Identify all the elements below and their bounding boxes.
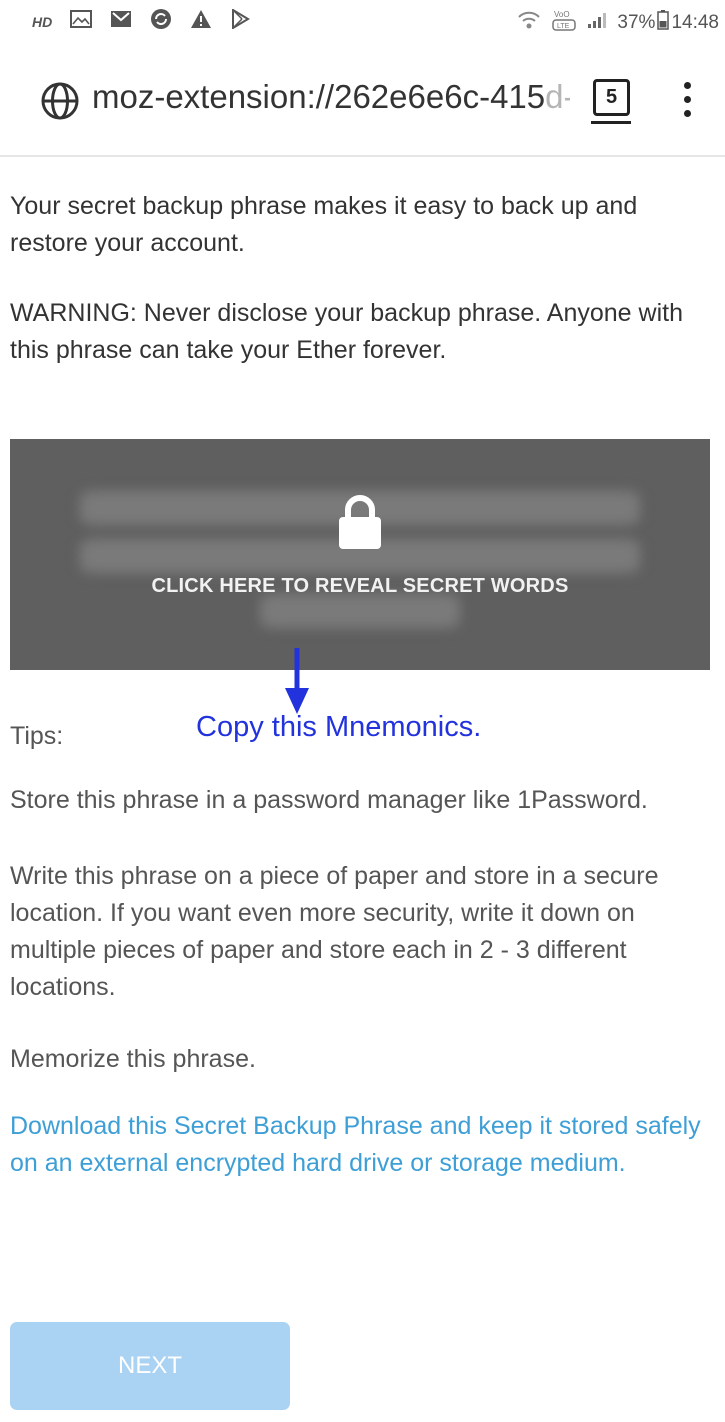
blurred-secret-words	[260, 594, 460, 628]
battery-percent: 37%	[617, 12, 656, 33]
tips-heading: Tips:	[10, 722, 64, 750]
sync-icon	[150, 8, 172, 35]
gallery-icon	[70, 10, 93, 33]
svg-text:VoO: VoO	[554, 10, 570, 19]
lock-icon	[337, 494, 383, 555]
url-text: moz-extension://262e6e6c-415	[92, 78, 546, 115]
tab-count-underline	[591, 121, 631, 124]
status-right-icons: VoO LTE 37% 14:48	[517, 8, 719, 38]
wifi-icon	[517, 9, 541, 37]
battery-icon	[657, 10, 670, 36]
signal-icon	[587, 11, 607, 35]
status-left-icons: HD	[32, 8, 251, 35]
tip-paper: Write this phrase on a piece of paper an…	[10, 862, 659, 1001]
annotation-text: Copy this Mnemonics.	[196, 711, 482, 743]
reveal-secret-words-label[interactable]: CLICK HERE TO REVEAL SECRET WORDS	[10, 575, 710, 598]
hd-indicator: HD	[32, 13, 53, 30]
play-store-icon	[230, 8, 251, 34]
tip-password-manager: Store this phrase in a password manager …	[10, 786, 648, 814]
intro-text: Your secret backup phrase makes it easy …	[10, 192, 638, 257]
next-button[interactable]: NEXT	[10, 1322, 290, 1410]
gmail-icon	[110, 10, 132, 33]
overflow-menu-icon[interactable]	[680, 82, 694, 122]
tip-memorize: Memorize this phrase.	[10, 1045, 256, 1073]
volte-icon: VoO LTE	[551, 8, 577, 38]
svg-text:LTE: LTE	[557, 23, 570, 30]
clock: 14:48	[671, 12, 719, 33]
url-field[interactable]: moz-extension://262e6e6c-415d-	[92, 78, 570, 116]
status-bar: HD VoO LTE 37% 14:48	[0, 0, 725, 40]
globe-icon[interactable]	[40, 81, 80, 126]
download-backup-link[interactable]: Download this Secret Backup Phrase and k…	[10, 1108, 715, 1182]
warning-icon	[190, 9, 212, 34]
url-text-faded: d-	[545, 78, 570, 115]
tab-count-button[interactable]: 5	[593, 79, 630, 116]
warning-text: WARNING: Never disclose your backup phra…	[10, 299, 683, 364]
